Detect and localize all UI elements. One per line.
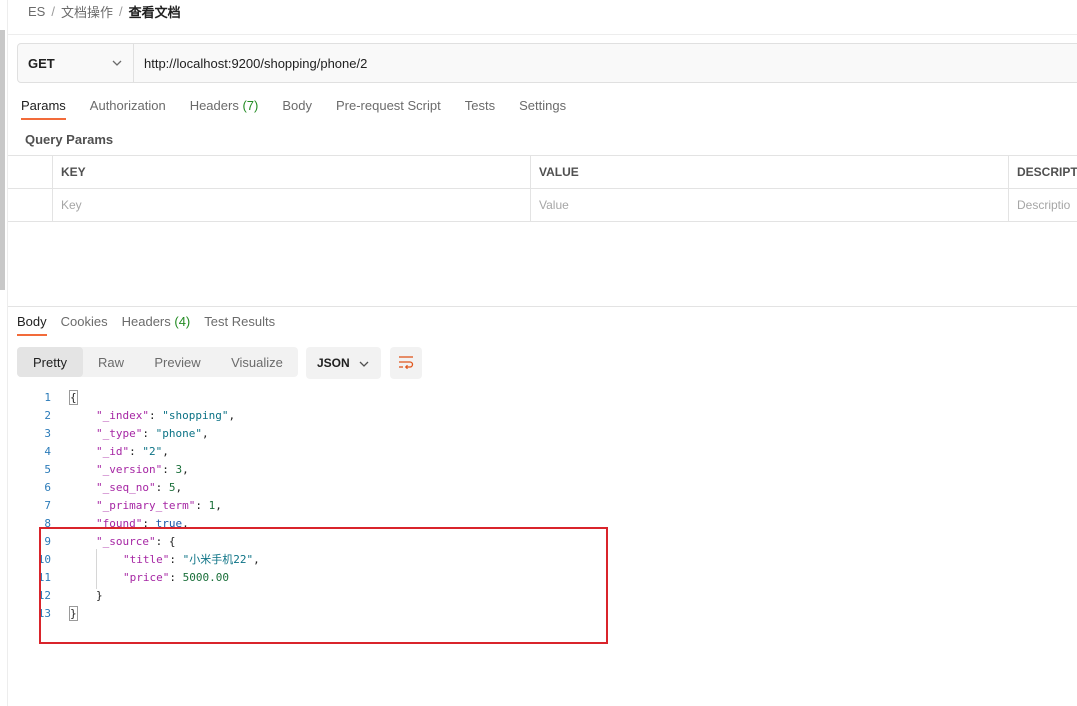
description-input[interactable]: Descriptio <box>1009 189 1077 221</box>
line-number: 7 <box>44 498 51 512</box>
view-raw-button[interactable]: Raw <box>83 347 139 377</box>
breadcrumb-item-folder[interactable]: 文档操作 <box>61 2 113 21</box>
code-text: "_primary_term": 1, <box>96 498 222 512</box>
format-label: JSON <box>317 356 350 370</box>
code-text: "_seq_no": 5, <box>96 480 183 494</box>
sidebar-scrollbar[interactable] <box>0 30 5 290</box>
tab-authorization[interactable]: Authorization <box>90 96 166 120</box>
column-header-value: VALUE <box>531 156 1009 188</box>
view-preview-button[interactable]: Preview <box>139 347 216 377</box>
code-line: 3 "_type": "phone", <box>17 424 717 442</box>
code-line: 4 "_id": "2", <box>17 442 717 460</box>
view-pretty-button[interactable]: Pretty <box>17 347 83 377</box>
tab-test-results[interactable]: Test Results <box>204 312 275 336</box>
query-params-title: Query Params <box>25 132 114 147</box>
response-divider[interactable] <box>8 306 1077 307</box>
tab-settings[interactable]: Settings <box>519 96 566 120</box>
code-line: 2 "_index": "shopping", <box>17 406 717 424</box>
method-select[interactable]: GET <box>18 44 134 82</box>
code-line: 1{ <box>17 388 717 406</box>
breadcrumb-separator: / <box>118 3 123 19</box>
code-text: "_id": "2", <box>96 444 169 458</box>
code-text: "_version": 3, <box>96 462 189 476</box>
format-select[interactable]: JSON <box>306 347 381 379</box>
code-text: "_type": "phone", <box>96 426 209 440</box>
tab-response-body[interactable]: Body <box>17 312 47 336</box>
line-number: 1 <box>44 390 51 404</box>
query-params-table: KEY VALUE DESCRIPT Key Value Descriptio <box>8 155 1077 222</box>
view-mode-group: Pretty Raw Preview Visualize <box>17 347 298 377</box>
code-text: { <box>69 389 78 405</box>
code-line: 5 "_version": 3, <box>17 460 717 478</box>
table-header-row: KEY VALUE DESCRIPT <box>8 156 1077 189</box>
wrap-lines-icon <box>398 355 414 372</box>
tab-headers[interactable]: Headers (7) <box>190 96 259 120</box>
line-number: 5 <box>44 462 51 476</box>
code-line: 6 "_seq_no": 5, <box>17 478 717 496</box>
view-visualize-button[interactable]: Visualize <box>216 347 298 377</box>
headers-count: (7) <box>242 98 259 113</box>
line-number: 3 <box>44 426 51 440</box>
column-header-key: KEY <box>53 156 531 188</box>
line-number: 6 <box>44 480 51 494</box>
breadcrumb-separator: / <box>51 3 55 19</box>
top-divider <box>8 34 1077 35</box>
breadcrumb-item-es[interactable]: ES <box>28 4 45 19</box>
breadcrumb: ES / 文档操作 / 查看文档 <box>28 2 181 20</box>
tab-pre-request-script[interactable]: Pre-request Script <box>336 96 441 120</box>
chevron-down-icon <box>359 356 369 370</box>
line-number: 2 <box>44 408 51 422</box>
code-line: 7 "_primary_term": 1, <box>17 496 717 514</box>
tab-tests[interactable]: Tests <box>465 96 495 120</box>
row-checkbox-cell[interactable] <box>8 189 53 221</box>
key-input[interactable]: Key <box>53 189 531 221</box>
value-input[interactable]: Value <box>531 189 1009 221</box>
method-label: GET <box>28 55 55 71</box>
tab-cookies[interactable]: Cookies <box>61 312 108 336</box>
url-input[interactable] <box>134 44 1077 82</box>
tab-response-headers[interactable]: Headers (4) <box>122 312 191 336</box>
tab-params[interactable]: Params <box>21 96 66 120</box>
line-number: 4 <box>44 444 51 458</box>
code-text: "_index": "shopping", <box>96 408 236 422</box>
wrap-lines-button[interactable] <box>390 347 422 379</box>
column-header-description: DESCRIPT <box>1017 165 1077 179</box>
request-tabs: Params Authorization Headers (7) Body Pr… <box>21 96 566 124</box>
checkbox-column-header <box>8 156 53 188</box>
chevron-down-icon <box>111 57 123 69</box>
request-url-bar: GET <box>17 43 1077 83</box>
response-tabs: Body Cookies Headers (4) Test Results <box>17 312 275 340</box>
tab-body[interactable]: Body <box>282 96 312 120</box>
breadcrumb-current[interactable]: 查看文档 <box>129 2 181 21</box>
table-row: Key Value Descriptio <box>8 189 1077 222</box>
response-headers-count: (4) <box>174 314 191 329</box>
annotation-highlight-box <box>39 527 608 644</box>
